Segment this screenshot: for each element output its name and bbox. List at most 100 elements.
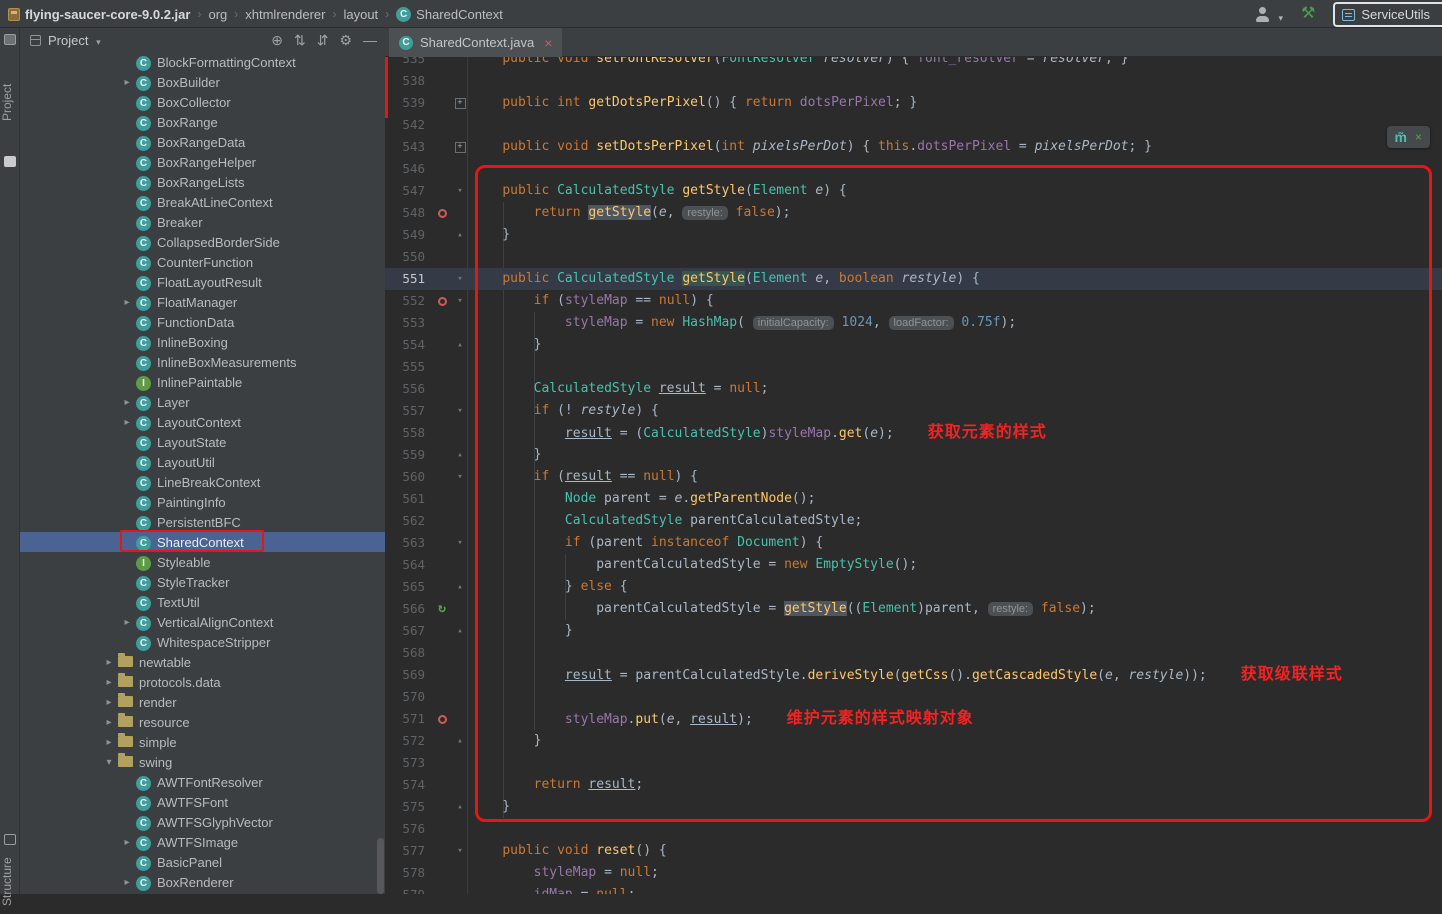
code-text[interactable]: idMap = null; [468, 884, 635, 894]
line-number[interactable]: 535 [385, 57, 431, 70]
tree-item[interactable]: CCollapsedBorderSide [20, 232, 385, 252]
fold-open-icon[interactable]: ▾ [453, 180, 468, 202]
code-text[interactable]: } [468, 444, 541, 466]
fold-expand-icon[interactable]: + [453, 92, 468, 114]
structure-tool-icon[interactable] [4, 834, 16, 845]
fold-end-icon[interactable]: ▴ [453, 444, 468, 466]
tree-item[interactable]: CLineBreakContext [20, 472, 385, 492]
tree-item[interactable]: CBasicPanel [20, 852, 385, 872]
code-line[interactable]: 557 ▾ if (! restyle) { [385, 400, 1442, 422]
line-number[interactable]: 562 [385, 510, 431, 532]
line-number[interactable]: 555 [385, 356, 431, 378]
line-number[interactable]: 560 [385, 466, 431, 488]
code-line[interactable]: 549▴ } [385, 224, 1442, 246]
fold-open-icon[interactable]: ▾ [453, 400, 468, 422]
tree-item[interactable]: ▸CBoxBuilder [20, 72, 385, 92]
code-text[interactable]: public CalculatedStyle getStyle(Element … [468, 180, 847, 202]
code-line[interactable]: 575▴ } [385, 796, 1442, 818]
line-number[interactable]: 543 [385, 136, 431, 158]
code-line[interactable]: 577▾ public void reset() { [385, 840, 1442, 862]
code-text[interactable]: } [468, 620, 573, 642]
line-number[interactable]: 565 [385, 576, 431, 598]
chevron-right-icon[interactable]: ▸ [118, 837, 136, 848]
code-line[interactable]: 546 [385, 158, 1442, 180]
recursive-call-icon[interactable]: ↻ [438, 598, 446, 620]
code-text[interactable] [468, 818, 471, 840]
tool-window-icon[interactable] [4, 156, 16, 167]
fold-end-icon[interactable]: ▴ [453, 796, 468, 818]
tree-item[interactable]: CBoxRange [20, 112, 385, 132]
line-number[interactable]: 554 [385, 334, 431, 356]
line-number[interactable]: 542 [385, 114, 431, 136]
close-icon[interactable]: × [544, 35, 552, 51]
code-text[interactable]: result = (CalculatedStyle)styleMap.get(e… [468, 422, 1047, 444]
tree-item[interactable]: ▸newtable [20, 652, 385, 672]
tree-item[interactable]: IStyleable [20, 552, 385, 572]
line-number[interactable]: 564 [385, 554, 431, 576]
tree-item[interactable]: ▾swing [20, 752, 385, 772]
wrench-icon[interactable]: ⚒ [1301, 6, 1315, 22]
breakpoint-icon[interactable] [438, 297, 447, 306]
settings-gear-icon[interactable]: ⚙ [339, 32, 352, 49]
code-text[interactable]: public int getDotsPerPixel() { return do… [468, 92, 917, 114]
line-number[interactable]: 576 [385, 818, 431, 840]
code-text[interactable] [468, 70, 471, 92]
line-number[interactable]: 579 [385, 884, 431, 894]
code-text[interactable]: result = parentCalculatedStyle.deriveSty… [468, 664, 1343, 686]
code-text[interactable]: if (parent instanceof Document) { [468, 532, 823, 554]
chevron-right-icon[interactable]: ▸ [118, 297, 136, 308]
line-number[interactable]: 548 [385, 202, 431, 224]
tree-item[interactable]: ▸CLayoutContext [20, 412, 385, 432]
code-text[interactable]: parentCalculatedStyle = new EmptyStyle()… [468, 554, 917, 576]
project-view-icon[interactable] [30, 35, 41, 46]
code-text[interactable]: styleMap.put(e, result);维护元素的样式映射对象 [468, 708, 974, 730]
code-line[interactable]: 538 [385, 70, 1442, 92]
user-icon[interactable] [1255, 7, 1271, 22]
line-number[interactable]: 569 [385, 664, 431, 686]
service-utils-window[interactable]: ServiceUtils [1333, 2, 1442, 27]
tree-item[interactable]: CAWTFontResolver [20, 772, 385, 792]
code-line[interactable]: 552▾ if (styleMap == null) { [385, 290, 1442, 312]
tree-item[interactable]: CInlineBoxMeasurements [20, 352, 385, 372]
chevron-right-icon[interactable]: ▸ [118, 617, 136, 628]
tree-item[interactable]: CFunctionData [20, 312, 385, 332]
tree-item[interactable]: ▸CLayer [20, 392, 385, 412]
line-number[interactable]: 575 [385, 796, 431, 818]
code-line[interactable]: 565▴ } else { [385, 576, 1442, 598]
fold-end-icon[interactable]: ▴ [453, 620, 468, 642]
tree-item[interactable]: CBoxRangeData [20, 132, 385, 152]
code-line[interactable]: 547▾ public CalculatedStyle getStyle(Ele… [385, 180, 1442, 202]
line-number[interactable]: 577 [385, 840, 431, 862]
fold-open-icon[interactable]: ▾ [453, 268, 468, 290]
chevron-right-icon[interactable]: ▸ [118, 397, 136, 408]
line-number[interactable]: 561 [385, 488, 431, 510]
tree-item[interactable]: CBoxRangeHelper [20, 152, 385, 172]
code-line[interactable]: 556 CalculatedStyle result = null; [385, 378, 1442, 400]
project-tool-icon[interactable] [4, 34, 16, 45]
fold-end-icon[interactable]: ▴ [453, 224, 468, 246]
code-text[interactable] [468, 642, 471, 664]
code-line[interactable]: 553 styleMap = new HashMap( initialCapac… [385, 312, 1442, 334]
fold-end-icon[interactable]: ▴ [453, 576, 468, 598]
code-text[interactable]: parentCalculatedStyle = getStyle((Elemen… [468, 598, 1096, 620]
line-number[interactable]: 551 [385, 268, 431, 290]
tree-item[interactable]: ▸protocols.data [20, 672, 385, 692]
tree-item[interactable]: IInlinePaintable [20, 372, 385, 392]
chevron-right-icon[interactable]: ▸ [100, 677, 118, 688]
code-text[interactable]: if (! restyle) { [468, 400, 659, 422]
code-line[interactable]: 564 parentCalculatedStyle = new EmptySty… [385, 554, 1442, 576]
code-line[interactable]: 574 return result; [385, 774, 1442, 796]
tree-item[interactable]: CLayoutState [20, 432, 385, 452]
breadcrumb-item[interactable]: CSharedContext [396, 7, 503, 22]
chevron-right-icon[interactable]: ▸ [118, 417, 136, 428]
line-number[interactable]: 557 [385, 400, 431, 422]
line-number[interactable]: 552 [385, 290, 431, 312]
tree-item[interactable]: CPersistentBFC [20, 512, 385, 532]
line-number[interactable]: 574 [385, 774, 431, 796]
code-line[interactable]: 573 [385, 752, 1442, 774]
code-text[interactable]: styleMap = new HashMap( initialCapacity:… [468, 312, 1016, 334]
code-text[interactable] [468, 752, 471, 774]
line-number[interactable]: 570 [385, 686, 431, 708]
code-line[interactable]: 559▴ } [385, 444, 1442, 466]
tree-item[interactable]: CCounterFunction [20, 252, 385, 272]
